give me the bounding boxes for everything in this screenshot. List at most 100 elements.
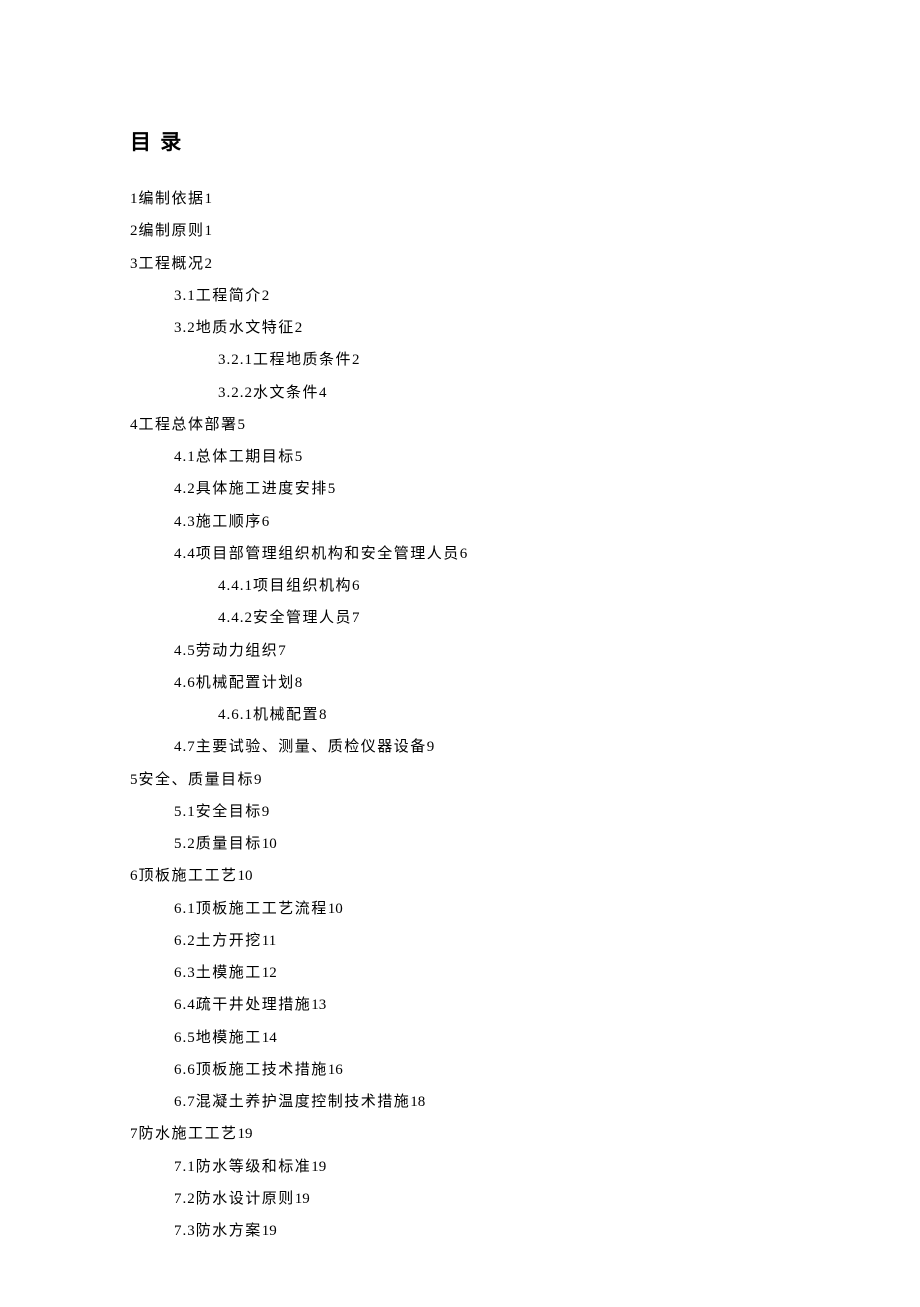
toc-entry: 6.5地模施工14 [130,1022,790,1054]
toc-entry-page: 5 [295,449,303,465]
toc-entry-number: 4 [130,417,139,433]
toc-entry: 4.3施工顺序6 [130,506,790,538]
toc-entry-number: 4.6 [174,675,196,691]
toc-entry-number: 4.5 [174,643,196,659]
toc-entry: 6.3土模施工12 [130,957,790,989]
toc-entry-number: 7.1 [174,1159,196,1175]
toc-entry-label: 顶板施工工艺 [139,868,238,884]
toc-entry-label: 疏干井处理措施 [196,997,312,1013]
toc-entry: 4.4项目部管理组织机构和安全管理人员6 [130,538,790,570]
toc-entry: 3.2.1工程地质条件2 [130,344,790,376]
toc-entry-page: 8 [295,675,303,691]
toc-entry-number: 5.2 [174,836,196,852]
toc-entry: 7防水施工工艺19 [130,1118,790,1150]
toc-entry: 7.1防水等级和标准19 [130,1151,790,1183]
toc-entry-page: 18 [410,1094,425,1110]
toc-entry: 6.7混凝土养护温度控制技术措施18 [130,1086,790,1118]
toc-entry-label: 工程概况 [139,256,205,272]
toc-title: 目 录 [130,120,790,165]
toc-entry-page: 2 [352,352,360,368]
toc-entry-page: 19 [311,1159,326,1175]
toc-entry-number: 5.1 [174,804,196,820]
toc-entry: 4.5劳动力组织7 [130,635,790,667]
toc-entry-label: 工程总体部署 [139,417,238,433]
toc-entry: 3工程概况2 [130,248,790,280]
toc-entry-label: 施工顺序 [196,514,262,530]
toc-entry: 5安全、质量目标9 [130,764,790,796]
toc-entry-number: 7 [130,1126,139,1142]
toc-entry-page: 9 [262,804,270,820]
toc-entry-label: 工程简介 [196,288,262,304]
toc-entry-number: 6 [130,868,139,884]
toc-entry-label: 安全、质量目标 [139,772,255,788]
toc-entry-label: 顶板施工工艺流程 [196,901,328,917]
toc-entry-number: 4.3 [174,514,196,530]
toc-entry: 6.6顶板施工技术措施16 [130,1054,790,1086]
toc-entry-label: 编制原则 [139,223,205,239]
toc-entry-page: 10 [262,836,277,852]
toc-entry-label: 安全目标 [196,804,262,820]
toc-entry-number: 6.6 [174,1062,196,1078]
toc-entry-label: 防水等级和标准 [196,1159,312,1175]
toc-entry-number: 4.2 [174,481,196,497]
toc-entry-page: 11 [262,933,276,949]
toc-entry-label: 顶板施工技术措施 [196,1062,328,1078]
toc-entry: 4.6机械配置计划8 [130,667,790,699]
toc-entry-number: 6.3 [174,965,196,981]
toc-entry-number: 4.7 [174,739,196,755]
toc-entry-page: 7 [352,610,360,626]
toc-entry-page: 19 [295,1191,310,1207]
toc-entry-label: 土方开挖 [196,933,262,949]
toc-entry-label: 机械配置 [253,707,319,723]
toc-entry: 4.7主要试验、测量、质检仪器设备9 [130,731,790,763]
toc-entry-number: 2 [130,223,139,239]
toc-entry: 2编制原则1 [130,215,790,247]
toc-entry-page: 5 [238,417,246,433]
toc-entry-label: 土模施工 [196,965,262,981]
toc-entry-label: 防水方案 [196,1223,262,1239]
toc-entry-page: 4 [319,385,327,401]
toc-entry-page: 6 [460,546,468,562]
toc-entry: 1编制依据1 [130,183,790,215]
toc-entry-number: 7.2 [174,1191,196,1207]
toc-entry: 4.2具体施工进度安排5 [130,473,790,505]
toc-entry-page: 10 [238,868,253,884]
toc-entry-page: 1 [205,223,213,239]
toc-entry-label: 防水设计原则 [196,1191,295,1207]
toc-entry-label: 安全管理人员 [253,610,352,626]
toc-entry: 3.2.2水文条件4 [130,377,790,409]
toc-entry-number: 3.2.1 [218,352,253,368]
toc-container: 1编制依据12编制原则13工程概况23.1工程简介23.2地质水文特征23.2.… [130,183,790,1247]
toc-entry-page: 9 [427,739,435,755]
toc-entry-page: 10 [328,901,343,917]
toc-entry-number: 3.2 [174,320,196,336]
toc-entry-label: 劳动力组织 [196,643,279,659]
toc-entry-label: 防水施工工艺 [139,1126,238,1142]
toc-entry: 6.4疏干井处理措施13 [130,989,790,1021]
toc-entry-number: 6.1 [174,901,196,917]
toc-entry-number: 5 [130,772,139,788]
toc-entry-number: 4.4.2 [218,610,253,626]
toc-entry: 4.4.2安全管理人员7 [130,602,790,634]
toc-entry-label: 主要试验、测量、质检仪器设备 [196,739,427,755]
toc-entry-number: 7.3 [174,1223,196,1239]
toc-entry-number: 4.1 [174,449,196,465]
toc-entry-page: 9 [254,772,262,788]
toc-entry-label: 编制依据 [139,191,205,207]
toc-entry: 5.2质量目标10 [130,828,790,860]
toc-entry-page: 13 [311,997,326,1013]
toc-entry-number: 3.2.2 [218,385,253,401]
toc-entry: 6顶板施工工艺10 [130,860,790,892]
toc-entry-page: 5 [328,481,336,497]
toc-entry-page: 12 [262,965,277,981]
toc-entry: 3.1工程简介2 [130,280,790,312]
toc-entry: 7.3防水方案19 [130,1215,790,1247]
toc-entry-number: 3 [130,256,139,272]
toc-entry-label: 混凝土养护温度控制技术措施 [196,1094,411,1110]
toc-entry-number: 4.4.1 [218,578,253,594]
toc-entry-page: 16 [328,1062,343,1078]
toc-entry-label: 项目部管理组织机构和安全管理人员 [196,546,460,562]
toc-entry-number: 4.4 [174,546,196,562]
toc-entry: 6.1顶板施工工艺流程10 [130,893,790,925]
toc-entry-label: 水文条件 [253,385,319,401]
